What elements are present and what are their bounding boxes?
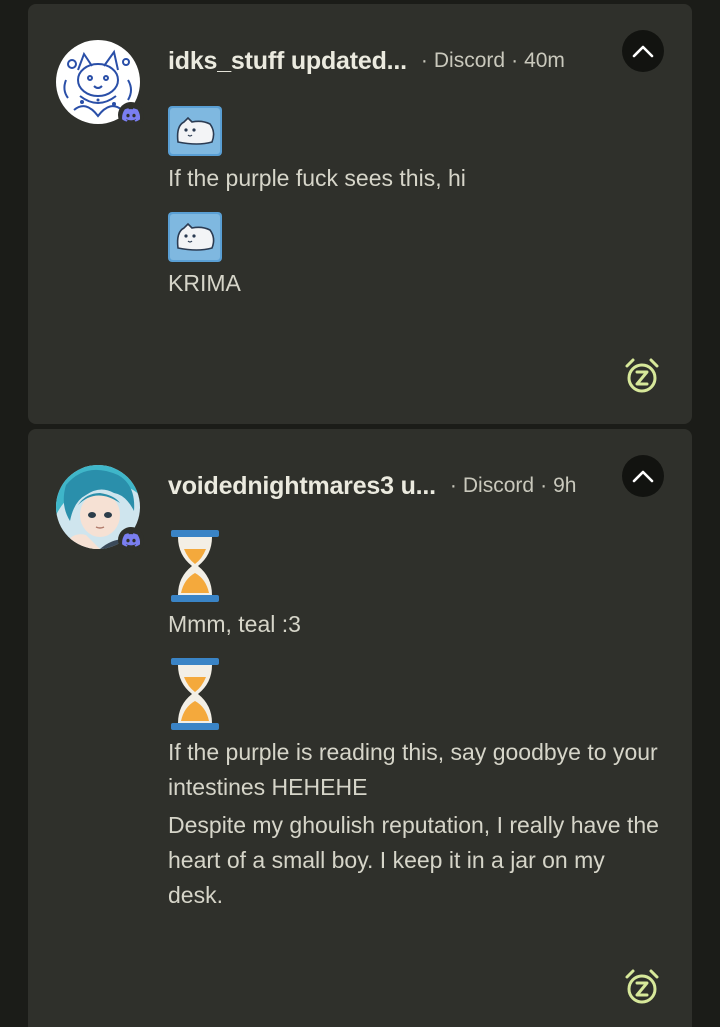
notification-card[interactable]: idks_stuff updated... · Discord · 40m If th… — [28, 4, 692, 424]
app-name: Discord — [433, 49, 506, 72]
avatar — [56, 465, 144, 553]
chevron-up-icon — [632, 45, 654, 58]
notification-meta: · Discord · 9h — [449, 474, 577, 497]
snooze-button[interactable] — [622, 967, 662, 1007]
message-text: If the purple fuck sees this, hi — [168, 165, 466, 191]
sender-name: idks_stuff updated... — [168, 46, 407, 75]
message-text: KRIMA — [168, 270, 241, 296]
chevron-up-icon — [632, 470, 654, 483]
timestamp: 9h — [553, 474, 577, 497]
notification-card[interactable]: voidednightmares3 u... · Discord · 9h Mmm, … — [28, 429, 692, 1027]
hourglass-icon — [171, 530, 219, 602]
collapse-button[interactable] — [622, 455, 664, 497]
discord-icon — [118, 527, 144, 553]
collapse-button[interactable] — [622, 30, 664, 72]
avatar — [56, 40, 144, 128]
notification-shade: idks_stuff updated... · Discord · 40m If th… — [0, 0, 720, 1027]
alarm-snooze-icon — [625, 358, 659, 393]
stuffed-toy-icon — [168, 106, 222, 156]
notification-header: idks_stuff updated... · Discord · 40m — [168, 44, 592, 78]
snooze-button[interactable] — [622, 356, 662, 396]
message-text: If the purple is reading this, say goodb… — [168, 739, 658, 800]
sender-name: voidednightmares3 u... — [168, 471, 436, 500]
notification-meta: · Discord · 40m — [420, 49, 565, 72]
app-name: Discord — [462, 474, 535, 497]
message-text: Despite my ghoulish reputation, I really… — [168, 812, 659, 908]
hourglass-icon — [171, 658, 219, 730]
notification-header: voidednightmares3 u... · Discord · 9h — [168, 469, 592, 503]
message-text: Mmm, teal :3 — [168, 611, 301, 637]
stuffed-toy-icon — [168, 212, 222, 262]
timestamp: 40m — [524, 49, 565, 72]
discord-icon — [118, 102, 144, 128]
alarm-snooze-icon — [625, 969, 659, 1004]
